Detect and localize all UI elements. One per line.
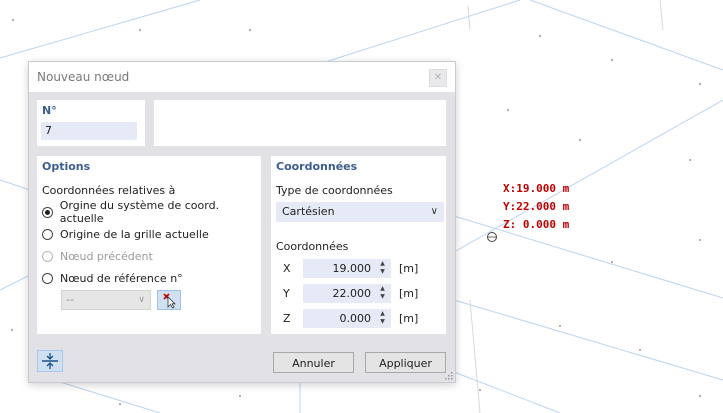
grid-line: [299, 0, 521, 71]
coord-z-input[interactable]: 0.000 ▲ ▼: [303, 309, 391, 328]
unit-label-z: [m]: [399, 312, 419, 325]
unit-label-x: [m]: [399, 262, 419, 275]
grid-line: [453, 99, 723, 253]
radio-previous-node: Nœud précédent: [42, 248, 153, 264]
reference-node-select: -- ∨: [61, 290, 151, 310]
relative-to-label: Coordonnées relatives à: [42, 184, 176, 197]
cancel-button[interactable]: Annuler: [273, 352, 354, 373]
radio-button[interactable]: [42, 228, 53, 240]
grid-line: [659, 0, 664, 31]
number-label: N°: [42, 104, 57, 117]
axis-label-y: Y: [283, 287, 290, 300]
coord-type-value: Cartésien: [282, 205, 335, 218]
radio-current-coord-origin[interactable]: Orgine du système de coord. actuelle: [42, 199, 261, 225]
radio-label: Nœud précédent: [60, 249, 153, 263]
grid-line: [453, 215, 723, 299]
grid-line: [469, 299, 481, 413]
coordinate-readout: X:19.000 m Y:22.000 m Z: 0.000 m: [503, 180, 569, 234]
coord-y-input[interactable]: 22.000 ▲ ▼: [303, 284, 391, 303]
radio-button[interactable]: [42, 272, 53, 284]
coord-y-value: 22.000: [332, 287, 372, 300]
coord-type-label: Type de coordonnées: [276, 184, 393, 197]
pick-node-button[interactable]: [157, 290, 181, 310]
node-number-input[interactable]: 7: [41, 122, 137, 140]
coord-z-value: 0.000: [339, 312, 372, 325]
insert-node-button[interactable]: [37, 350, 63, 372]
unit-label-y: [m]: [399, 287, 419, 300]
chevron-down-icon: ∨: [430, 206, 438, 217]
apply-button[interactable]: Appliquer: [365, 352, 446, 373]
spin-arrows-icon[interactable]: ▲ ▼: [378, 310, 387, 327]
spin-arrows-icon[interactable]: ▲ ▼: [378, 260, 387, 277]
grid-line: [0, 0, 201, 59]
radio-label: Orgine du système de coord. actuelle: [59, 199, 220, 225]
pick-node-icon: [163, 293, 176, 309]
dialog-title: Nouveau nœud: [37, 70, 130, 84]
grid-line: [453, 299, 723, 381]
options-title: Options: [42, 160, 91, 173]
grid-line: [453, 371, 561, 413]
radio-button[interactable]: [42, 206, 53, 218]
coord-x-input[interactable]: 19.000 ▲ ▼: [303, 259, 391, 278]
readout-x: X:19.000 m: [503, 182, 570, 195]
grid-line: [0, 274, 31, 291]
radio-label: Nœud de référence n°: [60, 271, 183, 285]
comment-field[interactable]: [154, 100, 446, 146]
new-node-dialog: Nouveau nœud ✕ N° 7 Options Coordonnées …: [28, 61, 456, 383]
coord-type-select[interactable]: Cartésien ∨: [276, 202, 444, 222]
number-panel: N° 7: [37, 100, 145, 146]
grid-line: [467, 5, 471, 31]
resize-grip-icon[interactable]: [445, 372, 453, 380]
coord-x-value: 19.000: [332, 262, 372, 275]
coordinates-title: Coordonnées: [276, 160, 358, 173]
grid-line: [59, 381, 161, 413]
radio-reference-node[interactable]: Nœud de référence n°: [42, 270, 183, 286]
insert-node-icon: [42, 353, 58, 369]
close-icon[interactable]: ✕: [429, 69, 447, 87]
grid-line: [0, 179, 31, 191]
grid-line: [529, 0, 723, 71]
coords-label: Coordonnées: [276, 240, 349, 253]
chevron-down-icon: ∨: [138, 295, 145, 305]
radio-button: [42, 250, 53, 262]
axis-label-x: X: [283, 262, 291, 275]
options-panel: Options Coordonnées relatives à Orgine d…: [37, 156, 261, 334]
dialog-titlebar[interactable]: Nouveau nœud ✕: [29, 62, 455, 92]
axis-label-z: Z: [283, 312, 291, 325]
readout-y: Y:22.000 m: [503, 200, 570, 213]
radio-label: Origine de la grille actuelle: [60, 227, 209, 241]
spin-arrows-icon[interactable]: ▲ ▼: [378, 285, 387, 302]
readout-z: Z: 0.000 m: [503, 218, 570, 231]
coordinates-panel: Coordonnées Type de coordonnées Cartésie…: [271, 156, 446, 334]
radio-grid-origin[interactable]: Origine de la grille actuelle: [42, 226, 209, 242]
reference-node-value: --: [66, 293, 74, 306]
